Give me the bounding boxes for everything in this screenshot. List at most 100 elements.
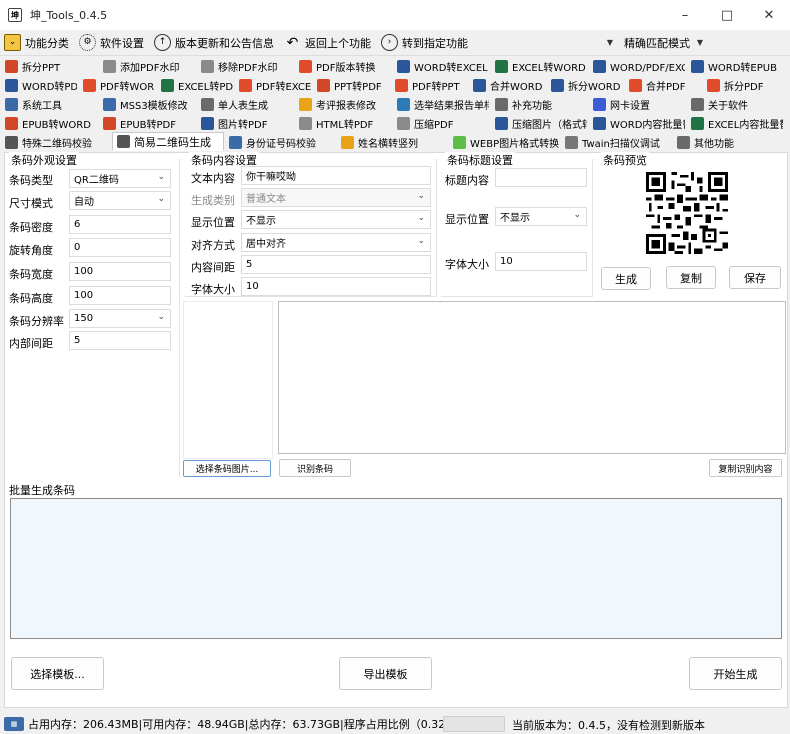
tab-0-3[interactable]: PDF版本转换 bbox=[294, 57, 392, 75]
width-input[interactable]: 100 bbox=[69, 262, 171, 281]
spacing-input[interactable]: 5 bbox=[241, 255, 431, 274]
tab-4-2[interactable]: 身份证号码校验 bbox=[224, 133, 336, 151]
tab-1-3[interactable]: PDF转EXCEL bbox=[234, 76, 312, 94]
tab-label: PDF转WORD bbox=[100, 81, 156, 93]
copy-recognition-button[interactable]: 复制识别内容 bbox=[709, 459, 782, 477]
tab-3-4[interactable]: 压缩PDF bbox=[392, 114, 490, 132]
height-input[interactable]: 100 bbox=[69, 286, 171, 305]
tab-0-1[interactable]: 添加PDF水印 bbox=[98, 57, 196, 75]
tab-2-3[interactable]: 考评报表修改 bbox=[294, 95, 392, 113]
update-info-button[interactable]: ↑ 版本更新和公告信息 bbox=[150, 32, 278, 54]
tab-label: PDF版本转换 bbox=[316, 62, 376, 74]
tab-icon bbox=[691, 116, 704, 130]
tab-4-1[interactable]: 简易二维码生成 bbox=[112, 132, 224, 151]
qr-code-image bbox=[646, 172, 728, 254]
tab-0-2[interactable]: 移除PDF水印 bbox=[196, 57, 294, 75]
tab-4-0[interactable]: 特殊二维码校验 bbox=[0, 133, 112, 151]
tab-3-7[interactable]: EXCEL内容批量替换 bbox=[686, 114, 784, 132]
tab-1-0[interactable]: WORD转PDF bbox=[0, 76, 78, 94]
tab-label: Twain扫描仪调试 bbox=[582, 138, 660, 150]
tab-label: EXCEL转PDF bbox=[178, 81, 234, 93]
appearance-settings-title: 条码外观设置 bbox=[9, 152, 79, 168]
tab-1-1[interactable]: PDF转WORD bbox=[78, 76, 156, 94]
tab-1-2[interactable]: EXCEL转PDF bbox=[156, 76, 234, 94]
tab-0-4[interactable]: WORD转EXCEL bbox=[392, 57, 490, 75]
title-font-size-input[interactable]: 10 bbox=[495, 252, 587, 271]
tab-0-5[interactable]: EXCEL转WORD bbox=[490, 57, 588, 75]
tab-3-5[interactable]: 压缩图片（格式转换） bbox=[490, 114, 588, 132]
tab-3-2[interactable]: 图片转PDF bbox=[196, 114, 294, 132]
tab-4-5[interactable]: Twain扫描仪调试 bbox=[560, 133, 672, 151]
align-select[interactable]: 居中对齐 ⌄ bbox=[241, 233, 431, 252]
start-generate-button[interactable]: 开始生成 bbox=[689, 657, 782, 690]
maximize-icon[interactable]: □ bbox=[706, 0, 748, 30]
chevron-down-icon: ⌄ bbox=[157, 194, 165, 204]
content-position-select[interactable]: 不显示 ⌄ bbox=[241, 210, 431, 229]
select-template-button[interactable]: 选择模板... bbox=[11, 657, 104, 690]
tab-4-4[interactable]: WEBP图片格式转换 bbox=[448, 133, 560, 151]
title-position-select[interactable]: 不显示 ⌄ bbox=[495, 207, 587, 226]
tab-0-7[interactable]: WORD转EPUB bbox=[686, 57, 784, 75]
version-status-text: 当前版本为：0.4.5，没有检测到新版本 bbox=[512, 719, 705, 732]
batch-list-area[interactable] bbox=[10, 498, 782, 639]
category-select[interactable]: 普通文本 ⌄ bbox=[241, 188, 431, 207]
minimize-icon[interactable]: – bbox=[664, 0, 706, 30]
tab-0-0[interactable]: 拆分PPT bbox=[0, 57, 98, 75]
tab-2-0[interactable]: 系统工具 bbox=[0, 95, 98, 113]
tab-1-5[interactable]: PDF转PPT bbox=[390, 76, 468, 94]
tab-1-6[interactable]: 合并WORD bbox=[468, 76, 546, 94]
export-template-button[interactable]: 导出模板 bbox=[339, 657, 432, 690]
tab-1-9[interactable]: 拆分PDF bbox=[702, 76, 780, 94]
goto-function-input[interactable]: ▼ bbox=[482, 32, 617, 53]
tab-3-3[interactable]: HTML转PDF bbox=[294, 114, 392, 132]
recognition-result-area[interactable] bbox=[278, 301, 786, 454]
tab-0-6[interactable]: WORD/PDF/EXCEL转图片 bbox=[588, 57, 686, 75]
tab-icon bbox=[397, 97, 410, 111]
tab-1-7[interactable]: 拆分WORD bbox=[546, 76, 624, 94]
tab-4-3[interactable]: 姓名横转竖列 bbox=[336, 133, 448, 151]
text-content-input[interactable]: 你干嘛哎呦 bbox=[241, 166, 431, 185]
tab-2-2[interactable]: 单人表生成 bbox=[196, 95, 294, 113]
recognize-button[interactable]: 识别条码 bbox=[279, 459, 351, 477]
tab-2-1[interactable]: MSS3模板修改 bbox=[98, 95, 196, 113]
save-button[interactable]: 保存 bbox=[729, 266, 781, 289]
close-icon[interactable]: ✕ bbox=[748, 0, 790, 30]
tab-2-6[interactable]: 网卡设置 bbox=[588, 95, 686, 113]
generate-button[interactable]: 生成 bbox=[601, 267, 651, 290]
tab-4-6[interactable]: 其他功能 bbox=[672, 133, 784, 151]
function-category-button[interactable]: ⌄ 功能分类 bbox=[0, 32, 73, 54]
memory-chip-icon: ▦ bbox=[4, 717, 24, 731]
tab-label: 其他功能 bbox=[694, 138, 734, 150]
size-mode-select[interactable]: 自动 ⌄ bbox=[69, 191, 171, 210]
tab-label: PDF转PPT bbox=[412, 81, 460, 93]
title-content-input[interactable] bbox=[495, 168, 587, 187]
tab-2-5[interactable]: 补充功能 bbox=[490, 95, 588, 113]
tab-icon bbox=[103, 59, 116, 73]
padding-input[interactable]: 5 bbox=[69, 331, 171, 350]
tab-3-1[interactable]: EPUB转PDF bbox=[98, 114, 196, 132]
density-input[interactable]: 6 bbox=[69, 215, 171, 234]
tab-1-8[interactable]: 合并PDF bbox=[624, 76, 702, 94]
tab-row-1: 拆分PPT 添加PDF水印 移除PDF水印 PDF版本转换 WORD转EXCEL EXCE… bbox=[0, 56, 790, 75]
tab-2-7[interactable]: 关于软件 bbox=[686, 95, 784, 113]
software-settings-button[interactable]: ⚙ 软件设置 bbox=[75, 32, 148, 54]
select-image-button[interactable]: 选择条码图片... bbox=[183, 460, 271, 477]
tab-icon bbox=[593, 97, 606, 111]
title-settings-title: 条码标题设置 bbox=[445, 152, 515, 168]
height-label: 条码高度 bbox=[9, 292, 53, 305]
tab-label: PPT转PDF bbox=[334, 81, 382, 93]
resolution-select[interactable]: 150 ⌄ bbox=[69, 309, 171, 328]
copy-button[interactable]: 复制 bbox=[666, 266, 716, 289]
tab-icon bbox=[201, 116, 214, 130]
tab-3-0[interactable]: EPUB转WORD bbox=[0, 114, 98, 132]
barcode-type-select[interactable]: QR二维码 ⌄ bbox=[69, 169, 171, 188]
match-mode-select[interactable]: 精确匹配模式 ▼ bbox=[619, 32, 707, 53]
back-function-button[interactable]: ↶ 返回上个功能 bbox=[280, 32, 375, 54]
rotation-input[interactable]: 0 bbox=[69, 238, 171, 257]
tab-2-4[interactable]: 选举结果报告单样式生成 bbox=[392, 95, 490, 113]
tab-1-4[interactable]: PPT转PDF bbox=[312, 76, 390, 94]
batch-generate-title: 批量生成条码 bbox=[9, 484, 75, 497]
content-font-size-input[interactable]: 10 bbox=[241, 277, 431, 296]
goto-function-button[interactable]: › 转到指定功能 bbox=[377, 32, 472, 54]
tab-3-6[interactable]: WORD内容批量替换 bbox=[588, 114, 686, 132]
